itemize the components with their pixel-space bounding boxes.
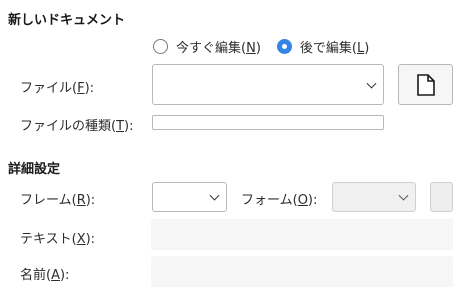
edit-later-label[interactable]: 後で編集(L)	[300, 37, 369, 56]
chevron-down-icon	[366, 78, 377, 89]
hyperlink-new-document-panel: 新しいドキュメント 今すぐ編集(N) 後で編集(L) ファイル(F): ファイル…	[0, 0, 461, 295]
edit-mode-radio-group: 今すぐ編集(N) 後で編集(L)	[153, 37, 385, 56]
name-label: 名前(A):	[20, 268, 70, 283]
document-icon	[417, 74, 435, 96]
select-path-button[interactable]	[398, 64, 453, 105]
edit-now-radio[interactable]	[153, 39, 168, 54]
name-field[interactable]	[151, 256, 453, 287]
file-combobox[interactable]	[152, 64, 384, 105]
advanced-settings-heading: 詳細設定	[8, 162, 61, 177]
file-type-field[interactable]	[152, 115, 384, 130]
text-label: テキスト(X):	[20, 232, 96, 247]
frame-label: フレーム(R):	[20, 193, 96, 208]
chevron-down-icon	[209, 190, 220, 201]
chevron-down-icon	[398, 190, 409, 201]
form-label: フォーム(O):	[241, 193, 318, 208]
frame-combobox[interactable]	[152, 182, 227, 212]
edit-now-label[interactable]: 今すぐ編集(N)	[176, 37, 261, 56]
new-document-heading: 新しいドキュメント	[8, 13, 126, 28]
file-type-label: ファイルの種類(T):	[20, 119, 134, 134]
edit-later-radio[interactable]	[276, 39, 292, 54]
events-button[interactable]	[430, 182, 453, 212]
file-label: ファイル(F):	[20, 81, 95, 96]
form-combobox[interactable]	[332, 182, 416, 212]
text-field[interactable]	[151, 219, 453, 250]
